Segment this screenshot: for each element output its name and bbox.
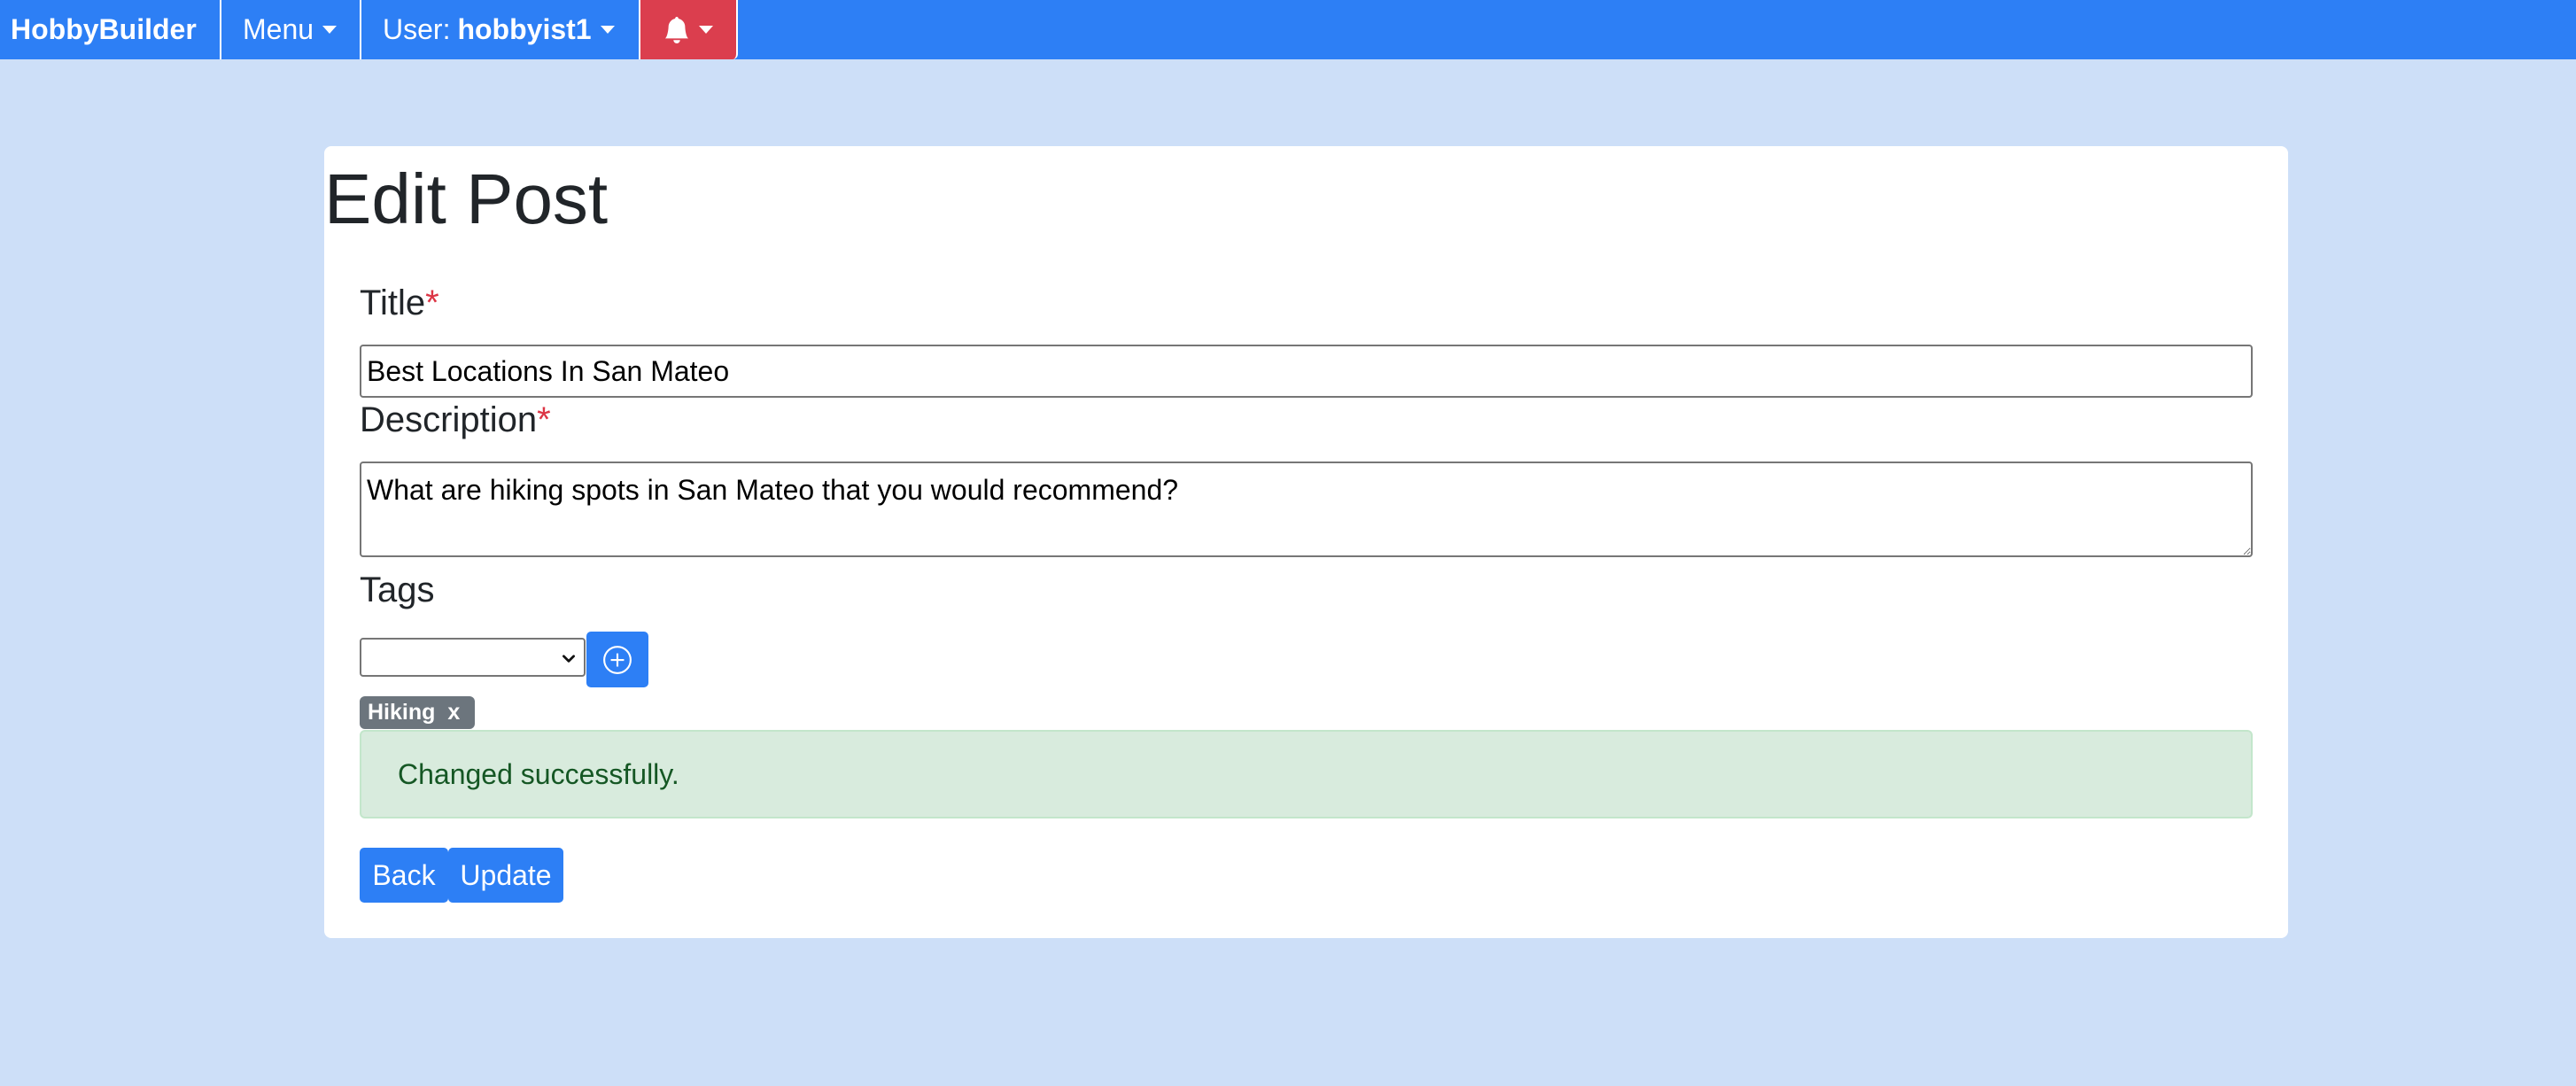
notifications-dropdown[interactable]	[640, 0, 738, 59]
tag-label: Hiking	[368, 700, 436, 725]
plus-circle-icon	[603, 645, 632, 674]
add-tag-button[interactable]	[586, 632, 648, 687]
title-label: Title*	[360, 281, 439, 325]
title-input[interactable]	[360, 345, 2253, 398]
description-textarea[interactable]: What are hiking spots in San Mateo that …	[360, 462, 2253, 557]
caret-down-icon	[600, 26, 615, 34]
tag-badge: Hiking x	[360, 696, 475, 729]
tags-label: Tags	[360, 570, 435, 609]
chevron-down-icon	[563, 655, 575, 663]
required-marker: *	[537, 400, 551, 439]
caret-down-icon	[699, 26, 713, 34]
menu-label: Menu	[243, 13, 314, 45]
bell-icon	[664, 16, 689, 43]
remove-tag-button[interactable]: x	[447, 700, 460, 725]
back-button[interactable]: Back	[360, 848, 448, 903]
user-prefix: User:	[383, 13, 451, 45]
description-label: Description*	[360, 398, 551, 442]
brand-link[interactable]: HobbyBuilder	[0, 0, 221, 59]
tag-select[interactable]	[360, 638, 586, 677]
username: hobbyist1	[457, 13, 592, 45]
top-navbar: HobbyBuilder Menu User: hobbyist1	[0, 0, 2576, 59]
back-button-label: Back	[372, 858, 436, 891]
user-dropdown[interactable]: User: hobbyist1	[361, 0, 640, 59]
brand-name: HobbyBuilder	[11, 13, 197, 45]
edit-post-card: Edit Post Title* Description* What are h…	[324, 146, 2288, 938]
update-button[interactable]: Update	[448, 848, 563, 903]
menu-dropdown[interactable]: Menu	[221, 0, 361, 59]
required-marker: *	[425, 283, 439, 322]
update-button-label: Update	[460, 858, 552, 891]
caret-down-icon	[322, 26, 338, 34]
page-title: Edit Post	[324, 159, 609, 238]
description-label-text: Description	[360, 400, 538, 439]
title-label-text: Title	[360, 283, 426, 322]
success-alert: Changed successfully.	[360, 730, 2253, 818]
success-message: Changed successfully.	[398, 757, 679, 790]
